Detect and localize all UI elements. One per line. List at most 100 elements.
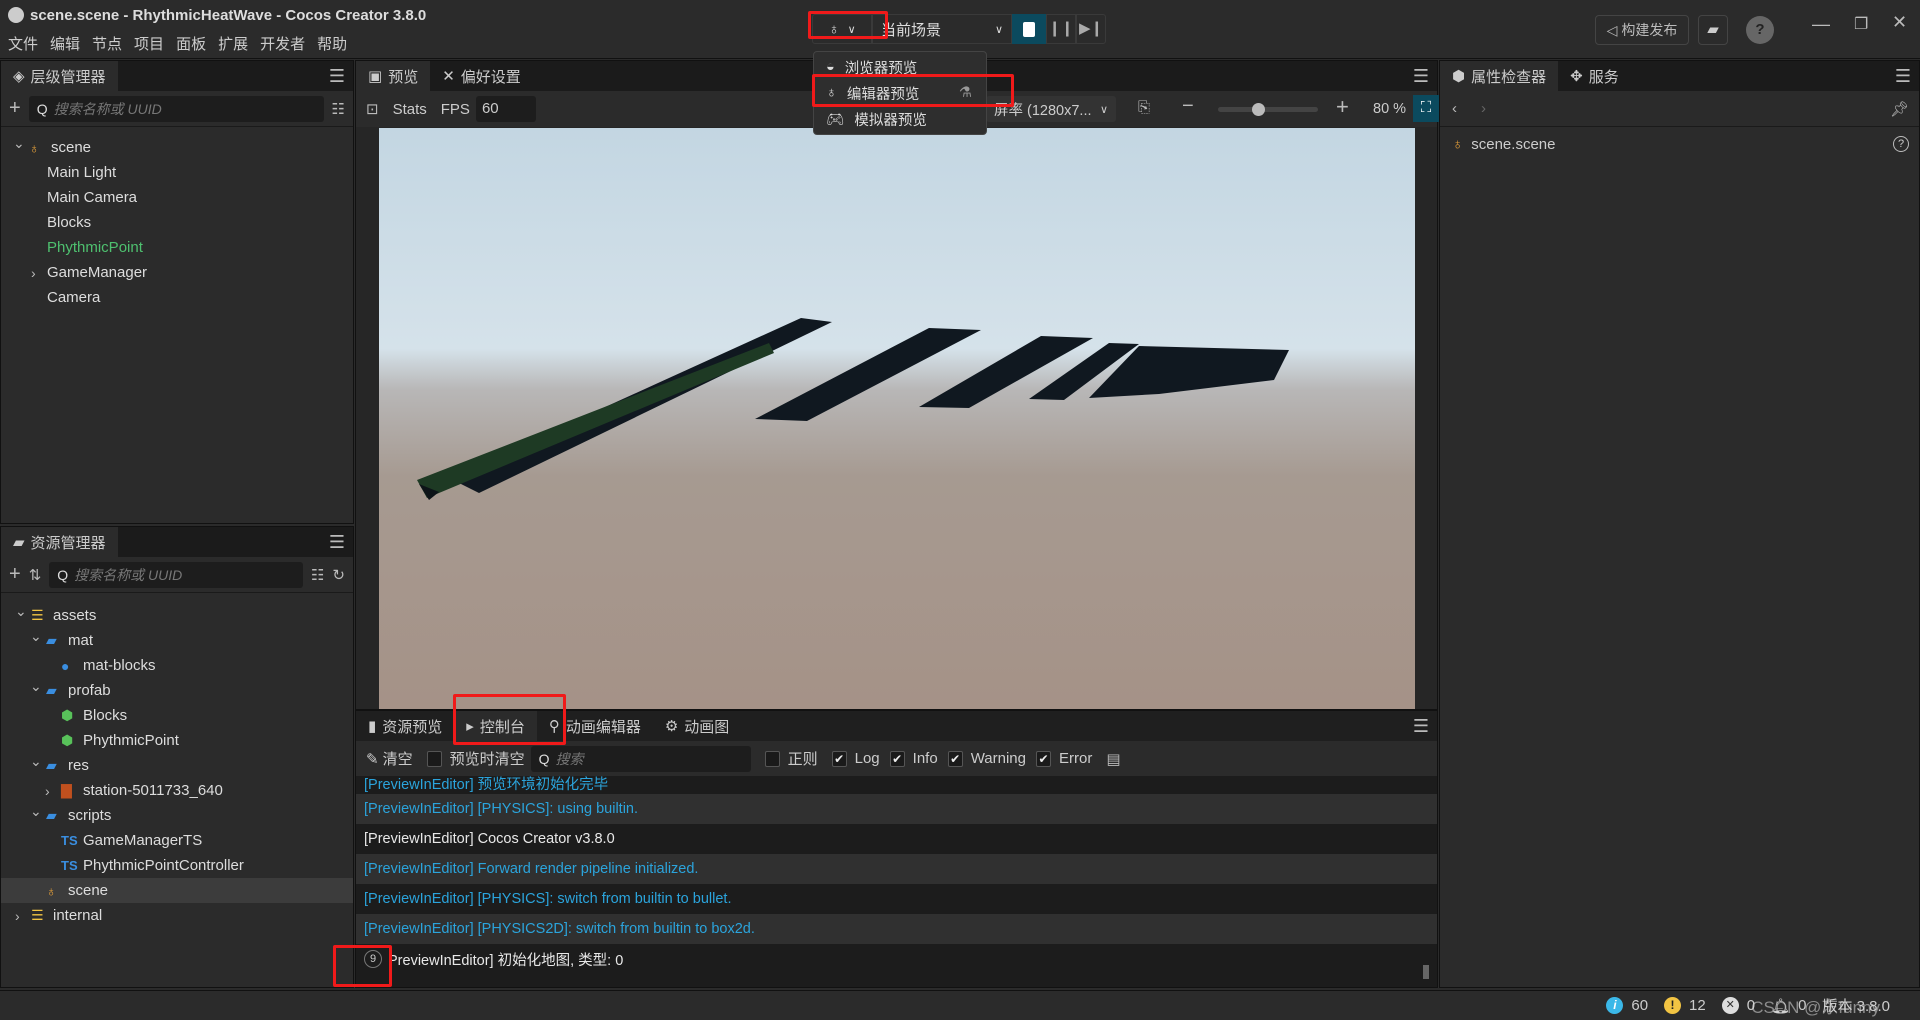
menu-item[interactable]: 项目 — [134, 33, 164, 54]
log-entry[interactable]: [PreviewInEditor] [PHYSICS]: switch from… — [356, 884, 1437, 914]
open-folder-button[interactable]: ▰ — [1698, 15, 1728, 45]
filter-log-checkbox[interactable]: ✔ Log — [831, 750, 880, 767]
pause-button[interactable]: ❙❙ — [1046, 14, 1076, 44]
stop-button[interactable] — [1012, 14, 1046, 44]
zoom-slider-handle[interactable] — [1252, 103, 1265, 116]
list-options-icon[interactable]: ☷ — [311, 566, 324, 584]
filter-info-checkbox[interactable]: ✔ Info — [889, 750, 938, 767]
tab-inspector[interactable]: ⬢ 属性检查器 — [1440, 61, 1559, 91]
menu-icon[interactable]: ☰ — [1413, 66, 1429, 87]
tree-item[interactable]: Main Light — [1, 160, 353, 185]
chevron-down-icon[interactable]: ⌄ — [30, 678, 46, 695]
capture-icon[interactable]: ⊡ — [366, 100, 379, 118]
checkbox[interactable]: ✔ — [947, 750, 963, 767]
refresh-icon[interactable]: ↻ — [332, 566, 345, 584]
tree-item[interactable]: › GameManager — [1, 260, 353, 285]
log-entry[interactable]: 9 PreviewInEditor] 初始化地图, 类型: 0 — [356, 944, 1437, 974]
log-entry[interactable]: [PreviewInEditor] [PHYSICS2D]: switch fr… — [356, 914, 1437, 944]
tree-item[interactable]: PhythmicPoint — [1, 235, 353, 260]
chevron-right-icon[interactable]: › — [45, 783, 61, 799]
step-button[interactable]: ▶❙ — [1076, 14, 1106, 44]
add-icon[interactable]: + — [9, 97, 21, 120]
clear-button[interactable]: ✎ 清空 — [366, 748, 413, 769]
checkbox[interactable]: ✔ — [889, 750, 905, 767]
tab-animation-graph[interactable]: ⚙ 动画图 — [653, 711, 741, 741]
menu-item[interactable]: 节点 — [92, 33, 122, 54]
assets-search-input[interactable]: Q 搜索名称或 UUID — [49, 561, 303, 588]
tree-item[interactable]: ⌄ ☰ assets — [1, 603, 353, 628]
regex-checkbox[interactable]: 正则 — [764, 748, 818, 769]
tree-item[interactable]: TS GameManagerTS — [1, 828, 353, 853]
tree-item[interactable]: ♁ scene — [1, 878, 353, 903]
checkbox[interactable] — [764, 750, 780, 767]
tree-item[interactable]: Camera — [1, 285, 353, 310]
tree-item[interactable]: ⬢ PhythmicPoint — [1, 728, 353, 753]
sort-icon[interactable]: ⇅ — [29, 566, 42, 584]
tree-item[interactable]: ⌄ ▰ scripts — [1, 803, 353, 828]
filter-warning-checkbox[interactable]: ✔ Warning — [947, 750, 1026, 767]
tree-item[interactable]: ⌄ ▰ profab — [1, 678, 353, 703]
tab-services[interactable]: ✥ 服务 — [1558, 61, 1631, 91]
chevron-down-icon[interactable]: ⌄ — [30, 803, 46, 820]
menu-item-simulator-preview[interactable]: 🎮︎ 模拟器预览 — [814, 106, 986, 132]
add-icon[interactable]: + — [9, 563, 21, 586]
restore-button[interactable]: ❐ — [1854, 14, 1868, 34]
filter-error-checkbox[interactable]: ✔ Error — [1036, 750, 1092, 767]
menu-icon[interactable]: ☰ — [329, 66, 345, 87]
menu-item[interactable]: 帮助 — [317, 33, 347, 54]
tab-hierarchy[interactable]: ◈ 层级管理器 — [1, 61, 118, 91]
menu-item[interactable]: 面板 — [176, 33, 206, 54]
checkbox[interactable] — [426, 750, 442, 767]
game-viewport[interactable] — [379, 128, 1415, 709]
back-icon[interactable]: ‹ — [1452, 100, 1457, 117]
tree-item[interactable]: TS PhythmicPointController — [1, 853, 353, 878]
console-search-input[interactable]: Q 搜索 — [530, 745, 751, 772]
warning-count[interactable]: 12 — [1689, 997, 1706, 1014]
pin-icon[interactable]: 📌︎ — [1890, 100, 1909, 118]
tab-preview[interactable]: ▣ 预览 — [356, 61, 431, 91]
tree-item[interactable]: ⌄ ▰ res — [1, 753, 353, 778]
checkbox[interactable]: ✔ — [1036, 750, 1051, 767]
menu-item[interactable]: 开发者 — [260, 33, 305, 54]
menu-item[interactable]: 文件 — [8, 33, 38, 54]
tree-item[interactable]: ⌄ ▰ mat — [1, 628, 353, 653]
clear-on-preview-checkbox[interactable]: 预览时清空 — [426, 748, 525, 769]
stats-button[interactable]: Stats — [393, 101, 427, 118]
scrollbar[interactable] — [1423, 965, 1429, 979]
menu-item[interactable]: 扩展 — [218, 33, 248, 54]
tree-item[interactable]: Blocks — [1, 210, 353, 235]
log-entry[interactable]: [PreviewInEditor] Cocos Creator v3.8.0 — [356, 824, 1437, 854]
chevron-down-icon[interactable]: ⌄ — [15, 603, 31, 620]
help-button[interactable]: ? — [1746, 16, 1774, 44]
fps-input[interactable]: 60 — [475, 96, 536, 122]
forward-icon[interactable]: › — [1481, 100, 1486, 117]
tree-item[interactable]: › ▇ station-5011733_640 — [1, 778, 353, 803]
log-entry[interactable]: [PreviewInEditor] 预览环境初始化完毕 — [356, 776, 1437, 794]
chevron-down-icon[interactable]: ⌄ — [30, 753, 46, 770]
scene-select[interactable]: 当前场景 ∨ — [872, 14, 1012, 44]
fit-button[interactable]: ⛶ — [1413, 95, 1439, 122]
menu-item[interactable]: 编辑 — [50, 33, 80, 54]
chevron-right-icon[interactable]: › — [31, 265, 47, 281]
log-entry[interactable]: [PreviewInEditor] Forward render pipelin… — [356, 854, 1437, 884]
menu-icon[interactable]: ☰ — [1895, 66, 1911, 87]
tab-file[interactable]: ▮ 资源预览 — [356, 711, 454, 741]
zoom-out-button[interactable]: − — [1182, 95, 1194, 118]
chevron-right-icon[interactable]: › — [15, 908, 31, 924]
zoom-in-button[interactable]: + — [1336, 94, 1349, 120]
menu-icon[interactable]: ☰ — [1413, 716, 1429, 737]
help-icon[interactable]: ? — [1893, 136, 1909, 152]
checkbox[interactable]: ✔ — [831, 750, 847, 767]
log-entry[interactable]: [PreviewInEditor] [PHYSICS]: using built… — [356, 794, 1437, 824]
tree-item[interactable]: ● mat-blocks — [1, 653, 353, 678]
info-count[interactable]: 60 — [1631, 997, 1648, 1014]
tree-item[interactable]: ⬢ Blocks — [1, 703, 353, 728]
build-button[interactable]: ◁ 构建发布 — [1595, 15, 1689, 45]
tree-item[interactable]: Main Camera — [1, 185, 353, 210]
rotate-icon[interactable]: ⎘ — [1138, 99, 1150, 116]
log-file-icon[interactable]: ▤ — [1106, 750, 1120, 768]
hierarchy-search-input[interactable]: Q 搜索名称或 UUID — [28, 95, 324, 122]
tree-item[interactable]: › ☰ internal — [1, 903, 353, 928]
tab-assets[interactable]: ▰ 资源管理器 — [1, 527, 118, 557]
list-options-icon[interactable]: ☷ — [332, 100, 345, 118]
